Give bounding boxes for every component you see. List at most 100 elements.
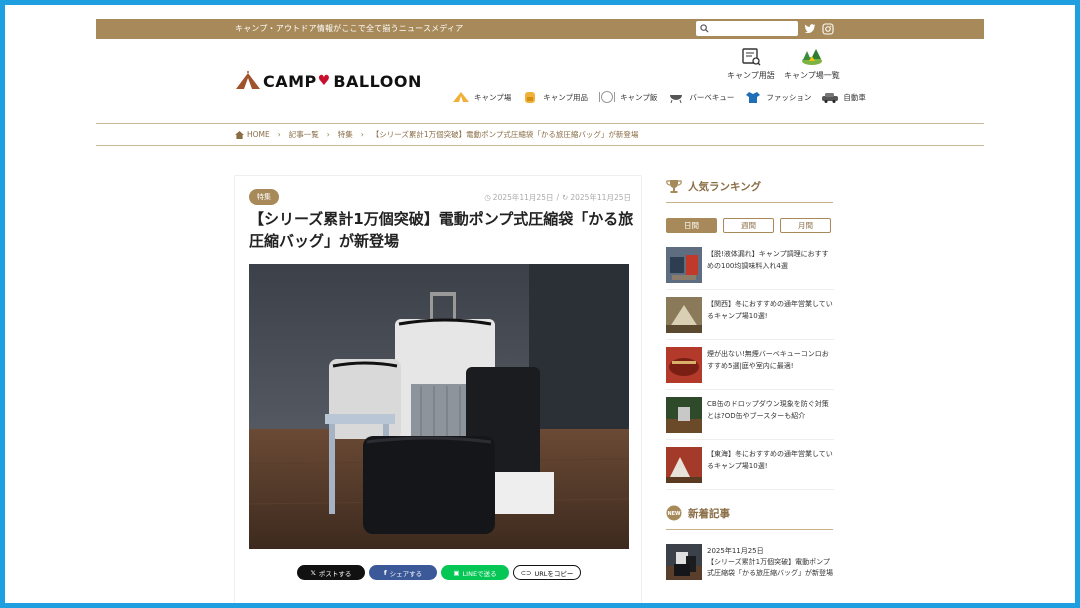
- share-label: シェアする: [389, 569, 423, 578]
- nav-item-fashion[interactable]: ファッション: [744, 89, 811, 105]
- ranking-thumbnail: [666, 347, 702, 383]
- nav-item-food[interactable]: キャンプ飯: [598, 89, 657, 105]
- tent-icon: [453, 92, 469, 102]
- ranking-item[interactable]: 【東海】冬におすすめの通年営業しているキャンプ場10選!: [666, 444, 834, 490]
- article-dates: ◷ 2025年11月25日 / ↻ 2025年11月25日: [484, 192, 631, 203]
- ranking-item-title: 【脱!液体漏れ】キャンプ調理におすすめの100均調味料入れ4選: [707, 250, 829, 270]
- nav-label: キャンプ場: [474, 92, 512, 102]
- header-divider: [96, 123, 984, 124]
- line-icon: ▣: [453, 568, 460, 577]
- main-nav: キャンプ場 キャンプ用品 キャンプ飯 バーベキュー ファッション 自動車: [452, 89, 876, 105]
- article-title: 【シリーズ累計1万個突破】電動ポンプ式圧縮袋「かる旅圧縮バッグ」が新登場: [249, 210, 634, 250]
- ranking-item[interactable]: 【関西】冬におすすめの通年営業しているキャンプ場10選!: [666, 294, 834, 340]
- ranking-item[interactable]: 【脱!液体漏れ】キャンプ調理におすすめの100均調味料入れ4選: [666, 244, 834, 290]
- search-box[interactable]: [696, 21, 798, 36]
- share-buttons: 𝕏 ポストする f シェアする ▣ LINEで送る ⊂⊃ URLをコピー: [297, 565, 581, 580]
- nav-label: キャンプ用品: [543, 92, 589, 102]
- ranking-tabs: 日間 週間 月間: [666, 218, 831, 233]
- ranking-thumbnail: [666, 447, 702, 483]
- share-facebook-button[interactable]: f シェアする: [369, 565, 437, 580]
- breadcrumb-home[interactable]: HOME: [247, 130, 270, 139]
- ranking-heading: 人気ランキング: [666, 178, 761, 194]
- util-label-campsites: キャンプ場一覧: [784, 71, 840, 80]
- ranking-item[interactable]: CB缶のドロップダウン現象を防ぐ対策とは?OD缶やブースターも紹介: [666, 394, 834, 440]
- clothes-icon: [746, 92, 761, 103]
- chevron-right-icon: ›: [326, 130, 330, 139]
- tab-daily[interactable]: 日間: [666, 218, 717, 233]
- nav-item-gear[interactable]: キャンプ用品: [521, 89, 588, 105]
- ranking-item[interactable]: 煙が出ない!無煙バーベキューコンロおすすめ5選|庭や室内に最適!: [666, 344, 834, 390]
- share-x-button[interactable]: 𝕏 ポストする: [297, 565, 365, 580]
- car-icon: [822, 93, 839, 103]
- nav-label: ファッション: [766, 92, 812, 102]
- ranking-thumbnail: [666, 297, 702, 333]
- breadcrumb-feature[interactable]: 特集: [338, 129, 353, 140]
- nav-label: キャンプ飯: [620, 92, 658, 102]
- share-label: LINEで送る: [462, 569, 497, 578]
- backpack-icon: [525, 92, 536, 103]
- ranking-thumbnail: [666, 397, 702, 433]
- util-label-glossary: キャンプ用語: [727, 71, 775, 80]
- new-article-thumbnail: [666, 544, 702, 580]
- trophy-icon: [666, 180, 682, 193]
- grill-icon: [670, 95, 683, 104]
- site-logo[interactable]: CAMP ♥ BALLOON: [235, 69, 422, 93]
- plate-icon: [599, 91, 616, 103]
- nav-label: バーベキュー: [689, 92, 735, 102]
- new-articles-title: 新着記事: [688, 507, 730, 520]
- glossary-book-icon: [742, 48, 761, 66]
- ranking-item-title: 【関西】冬におすすめの通年営業しているキャンプ場10選!: [707, 300, 833, 320]
- instagram-icon[interactable]: [822, 23, 834, 35]
- ranking-item-title: 【東海】冬におすすめの通年営業しているキャンプ場10選!: [707, 450, 833, 470]
- updated-date: 2025年11月25日: [570, 193, 631, 202]
- share-label: ポストする: [318, 569, 352, 578]
- article-hero-image: [249, 264, 629, 549]
- util-link-campsites[interactable]: キャンプ場一覧: [784, 47, 840, 81]
- chevron-right-icon: ›: [360, 130, 364, 139]
- new-article-item[interactable]: 2025年11月25日 【シリーズ累計1万個突破】電動ポンプ式圧縮袋「かる旅圧縮…: [666, 544, 834, 584]
- ranking-item-title: CB缶のドロップダウン現象を防ぐ対策とは?OD缶やブースターも紹介: [707, 400, 829, 420]
- page: キャンプ・アウトドア情報がここで全て揃うニュースメディア CAMP ♥ BALL…: [5, 5, 1075, 603]
- tab-weekly[interactable]: 週間: [723, 218, 774, 233]
- twitter-icon[interactable]: [804, 23, 816, 35]
- site-tagline: キャンプ・アウトドア情報がここで全て揃うニュースメディア: [235, 24, 464, 33]
- published-date: 2025年11月25日: [492, 193, 554, 202]
- new-article-title: 【シリーズ累計1万個突破】電動ポンプ式圧縮袋「かる旅圧縮バッグ」が新登場: [707, 558, 833, 577]
- share-label: URLをコピー: [534, 569, 574, 578]
- heart-icon: ♥: [317, 73, 331, 89]
- ranking-thumbnail: [666, 247, 702, 283]
- top-bar: キャンプ・アウトドア情報がここで全て揃うニュースメディア: [96, 19, 984, 39]
- campsite-map-icon: [801, 49, 822, 65]
- breadcrumb: HOME › 記事一覧 › 特集 › 【シリーズ累計1万個突破】電動ポンプ式圧縮…: [235, 129, 638, 140]
- nav-label: 自動車: [843, 92, 866, 102]
- facebook-icon: f: [383, 568, 387, 577]
- clock-icon: ◷: [484, 193, 491, 202]
- new-badge-icon: NEW: [666, 505, 682, 521]
- nav-item-campsite[interactable]: キャンプ場: [452, 89, 511, 105]
- svg-text:NEW: NEW: [667, 511, 681, 517]
- search-icon: [700, 24, 709, 33]
- breadcrumb-articles[interactable]: 記事一覧: [289, 129, 319, 140]
- copy-url-button[interactable]: ⊂⊃ URLをコピー: [513, 565, 581, 580]
- tab-monthly[interactable]: 月間: [780, 218, 831, 233]
- breadcrumb-current: 【シリーズ累計1万個突破】電動ポンプ式圧縮袋「かる旅圧縮バッグ」が新登場: [371, 130, 639, 139]
- logo-text-balloon: BALLOON: [333, 71, 422, 91]
- ranking-title: 人気ランキング: [688, 180, 762, 193]
- category-badge[interactable]: 特集: [249, 189, 279, 205]
- search-input[interactable]: [712, 22, 796, 35]
- new-article-date: 2025年11月25日: [707, 547, 764, 555]
- ranking-underline: [666, 202, 833, 203]
- nav-item-bbq[interactable]: バーベキュー: [667, 89, 734, 105]
- new-articles-underline: [666, 529, 833, 530]
- util-link-glossary[interactable]: キャンプ用語: [727, 47, 775, 81]
- breadcrumb-divider: [96, 145, 984, 146]
- ranking-item-title: 煙が出ない!無煙バーベキューコンロおすすめ5選|庭や室内に最適!: [707, 350, 829, 370]
- link-icon: ⊂⊃: [520, 568, 532, 577]
- updated-icon: ↻: [562, 193, 569, 202]
- nav-item-car[interactable]: 自動車: [821, 89, 866, 105]
- home-icon: [235, 130, 244, 139]
- share-line-button[interactable]: ▣ LINEで送る: [441, 565, 509, 580]
- logo-text-camp: CAMP: [263, 71, 317, 91]
- x-icon: 𝕏: [310, 568, 316, 577]
- tent-logo-icon: [236, 71, 260, 89]
